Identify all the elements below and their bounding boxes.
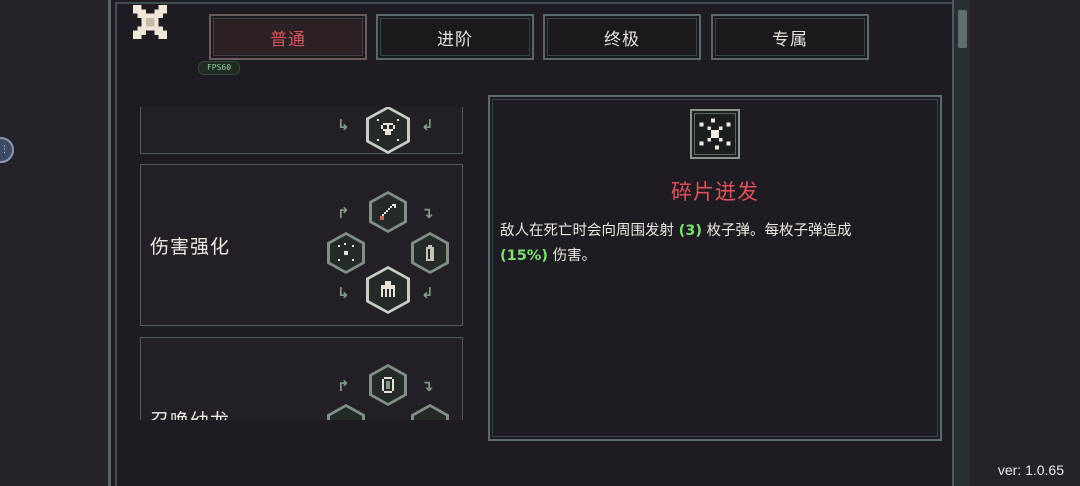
arrow-icon: ↱ — [337, 204, 350, 222]
version-label: ver: 1.0.65 — [997, 462, 1064, 478]
hex-icon — [327, 404, 365, 420]
tab-label: 终极 — [604, 29, 640, 50]
arrow-icon: ↳ — [337, 284, 350, 302]
ellipsis-icon: ⋮⋮ — [0, 145, 9, 155]
scrollbar[interactable] — [952, 0, 970, 486]
arrow-icon: ↳ — [337, 116, 350, 134]
arrow-icon: ↲ — [421, 284, 434, 302]
damage-value: (15%) — [500, 248, 548, 264]
scroll-thumb[interactable] — [958, 10, 967, 48]
shard-burst-icon — [327, 232, 365, 274]
arrow-icon: ↲ — [421, 116, 434, 134]
claw-icon — [366, 266, 410, 314]
fps-counter: FPS60 — [198, 61, 240, 75]
tab-advanced[interactable]: 进阶 — [376, 14, 534, 60]
tab-label: 进阶 — [437, 29, 473, 50]
bullet-icon — [411, 232, 449, 274]
tab-normal[interactable]: 普通 — [209, 14, 367, 60]
upgrade-card-damage[interactable]: 伤害强化 ↱ ↴ ↳ ↲ — [140, 164, 463, 326]
desc-text: 枚子弹。每枚子弹造成 — [701, 223, 852, 239]
shard-burst-icon — [690, 109, 740, 159]
upgrade-card-top[interactable]: ↳ ↲ — [140, 107, 463, 154]
upgrade-card-summon[interactable]: 召唤幼龙 ↱ ↴ — [140, 337, 463, 420]
side-menu-button[interactable]: ⋮⋮ — [0, 137, 14, 163]
hex-icon — [411, 404, 449, 420]
skull-icon — [366, 107, 410, 154]
arrow-icon: ↱ — [337, 377, 350, 395]
tab-label: 专属 — [772, 29, 808, 50]
tab-ultimate[interactable]: 终极 — [543, 14, 701, 60]
detail-panel: 碎片迸发 敌人在死亡时会向周围发射 (3) 枚子弹。每枚子弹造成 (15%) 伤害… — [488, 95, 942, 441]
arrow-icon: ↴ — [421, 204, 434, 222]
upgrade-title: 召唤幼龙 — [150, 406, 230, 420]
skill-title: 碎片迸发 — [671, 180, 759, 204]
arrow-icon: ↴ — [421, 377, 434, 395]
upgrade-list[interactable]: ↳ ↲ 伤害强化 ↱ ↴ ↳ ↲ ↱ ↴ — [140, 107, 465, 420]
desc-text: 伤害。 — [547, 248, 597, 264]
tab-exclusive[interactable]: 专属 — [711, 14, 869, 60]
bullet-count-value: (3) — [678, 223, 702, 239]
skill-description: 敌人在死亡时会向周围发射 (3) 枚子弹。每枚子弹造成 (15%) 伤害。 — [500, 219, 930, 269]
dagger-icon — [369, 191, 407, 233]
tab-label: 普通 — [270, 29, 306, 50]
desc-text: 敌人在死亡时会向周围发射 — [500, 223, 674, 239]
close-x-icon[interactable] — [133, 5, 167, 39]
upgrade-title: 伤害强化 — [150, 236, 231, 258]
dragon-egg-icon — [369, 364, 407, 406]
